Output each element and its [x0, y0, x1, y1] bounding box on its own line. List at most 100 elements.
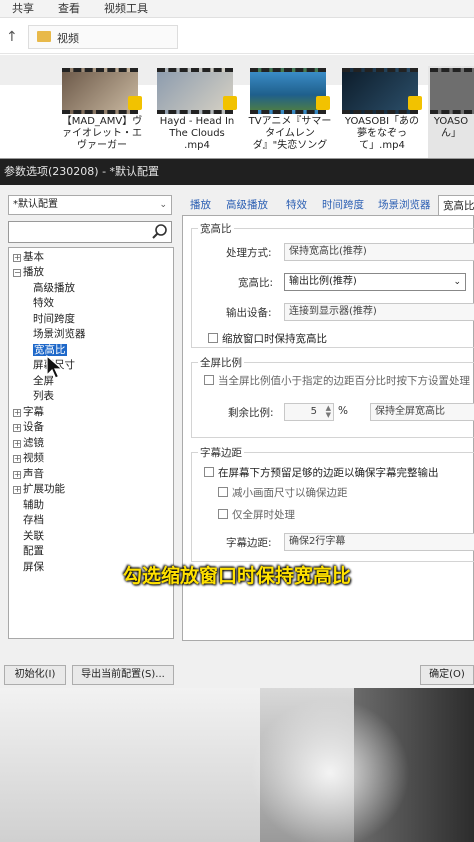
- tree-item-association[interactable]: 关联: [23, 529, 44, 544]
- address-box[interactable]: 视频: [28, 25, 178, 49]
- margin-select[interactable]: 确保2行字幕: [284, 533, 474, 551]
- aspect-group-title: 宽高比: [198, 221, 234, 236]
- device-select[interactable]: 连接到显示器(推荐): [284, 303, 474, 321]
- ratio-label: 宽高比:: [238, 277, 274, 289]
- tab-time-span[interactable]: 时间跨度: [322, 195, 364, 215]
- dialog-title: 参数选项(230208) - *默认配置: [0, 159, 474, 185]
- search-input[interactable]: [8, 221, 172, 243]
- tree-item-basic[interactable]: + 基本: [13, 250, 44, 265]
- tab-playback[interactable]: 播放: [190, 195, 211, 215]
- expand-icon[interactable]: +: [13, 440, 21, 448]
- fullscreen-margin-checkbox[interactable]: 当全屏比例值小于指定的边距百分比时按下方设置处理: [204, 375, 470, 387]
- expand-icon[interactable]: +: [13, 409, 21, 417]
- tree-item-subtitle[interactable]: + 字幕: [13, 405, 44, 420]
- expand-icon[interactable]: +: [13, 486, 21, 494]
- breadcrumb[interactable]: 视频: [57, 30, 79, 46]
- fullscreen-group: 全屏比例 当全屏比例值小于指定的边距百分比时按下方设置处理 剩余比例: 5 ▲ ▼…: [191, 355, 474, 438]
- file-item[interactable]: 【MAD_AMV】ヴァイオレット・エヴァーガー: [60, 66, 144, 158]
- tree-item-config[interactable]: 配置: [23, 544, 44, 559]
- player-badge-icon: [128, 96, 142, 110]
- tree-item-time-span[interactable]: 时间跨度: [33, 312, 75, 327]
- video-thumbnail: [157, 68, 233, 114]
- options-dialog: 参数选项(230208) - *默认配置 *默认配置 ⌄ + 基本 − 播放 高级播…: [0, 158, 474, 689]
- tree-label: 关联: [23, 530, 44, 542]
- player-badge-icon: [316, 96, 330, 110]
- chevron-down-icon: ⌄: [453, 277, 461, 287]
- tree-label: 视频: [23, 452, 44, 464]
- checkbox-box[interactable]: [208, 333, 218, 343]
- tree-item-advanced-playback[interactable]: 高级播放: [33, 281, 75, 296]
- checkbox-label: 仅全屏时处理: [232, 509, 295, 521]
- player-badge-icon: [223, 96, 237, 110]
- tab-aspect-ratio[interactable]: 宽高比: [438, 195, 474, 215]
- checkbox-label: 缩放窗口时保持宽高比: [222, 333, 327, 345]
- checkbox-box[interactable]: [204, 467, 214, 477]
- tab-scene-browser[interactable]: 场景浏览器: [378, 195, 431, 215]
- screen: 共享 查看 视频工具 ↑ 视频 【MAD_AMV】ヴァイオレット・エヴァーガー …: [0, 0, 474, 842]
- tree-item-device[interactable]: + 设备: [13, 420, 44, 435]
- video-smoke: [250, 698, 410, 842]
- expand-icon[interactable]: +: [13, 455, 21, 463]
- dialog-button-bar: 初始化(I) 导出当前配置(S)... 确定(O): [0, 659, 474, 689]
- tree-item-list[interactable]: 列表: [33, 389, 54, 404]
- tree-item-scene-browser[interactable]: 场景浏览器: [33, 327, 86, 342]
- init-button[interactable]: 初始化(I): [4, 665, 66, 685]
- tree-item-audio[interactable]: + 声音: [13, 467, 44, 482]
- tree-item-assist[interactable]: 辅助: [23, 498, 44, 513]
- file-item-selected[interactable]: YOASO ん」: [428, 66, 474, 158]
- file-item[interactable]: Hayd - Head In The Clouds .mp4: [155, 66, 239, 158]
- ribbon-tab-share[interactable]: 共享: [12, 0, 34, 16]
- ratio-select[interactable]: 输出比例(推荐) ⌄: [284, 273, 466, 291]
- tab-advanced-playback[interactable]: 高级播放: [226, 195, 268, 215]
- up-arrow-icon[interactable]: ↑: [6, 29, 18, 45]
- player-badge-icon: [408, 96, 422, 110]
- checkbox-label: 减小画面尺寸以确保边距: [232, 487, 348, 499]
- expand-icon[interactable]: +: [13, 424, 21, 432]
- file-name: 【MAD_AMV】ヴァイオレット・エヴァーガー: [61, 116, 143, 151]
- tree-label: 列表: [33, 390, 54, 402]
- options-tabs: 播放 高级播放 特效 时间跨度 场景浏览器 宽高比: [186, 195, 474, 215]
- file-item[interactable]: TVアニメ『サマータイムレンダ』"失恋ソング: [248, 66, 332, 158]
- tree-item-playback[interactable]: − 播放: [13, 265, 44, 280]
- profile-select[interactable]: *默认配置 ⌄: [8, 195, 172, 215]
- tree-item-extensions[interactable]: + 扩展功能: [13, 482, 65, 497]
- expand-icon[interactable]: +: [13, 471, 21, 479]
- tree-item-archive[interactable]: 存档: [23, 513, 44, 528]
- shrink-picture-checkbox[interactable]: 减小画面尺寸以确保边距: [218, 487, 348, 499]
- tab-effects[interactable]: 特效: [286, 195, 307, 215]
- remain-stepper[interactable]: 5 ▲ ▼: [284, 403, 334, 421]
- tree-item-effects[interactable]: 特效: [33, 296, 54, 311]
- video-thumbnail: [62, 68, 138, 114]
- checkbox-box[interactable]: [204, 375, 214, 385]
- collapse-icon[interactable]: −: [13, 269, 21, 277]
- video-thumbnail: [342, 68, 418, 114]
- checkbox-box[interactable]: [218, 487, 228, 497]
- tree-label: 字幕: [23, 406, 44, 418]
- method-select[interactable]: 保持宽高比(推荐): [284, 243, 474, 261]
- explorer-ribbon: 共享 查看 视频工具: [0, 0, 474, 18]
- keep-aspect-on-zoom-checkbox[interactable]: 缩放窗口时保持宽高比: [208, 333, 327, 345]
- file-grid: 【MAD_AMV】ヴァイオレット・エヴァーガー Hayd - Head In T…: [0, 62, 474, 158]
- fullscreen-group-title: 全屏比例: [198, 355, 244, 370]
- device-label: 输出设备:: [226, 307, 272, 319]
- checkbox-box[interactable]: [218, 509, 228, 519]
- remain-mode-select[interactable]: 保持全屏宽高比: [370, 403, 474, 421]
- folder-icon: [37, 31, 51, 42]
- search-icon[interactable]: [151, 223, 169, 241]
- tree-label: 时间跨度: [33, 313, 75, 325]
- tree-label: 声音: [23, 468, 44, 480]
- tree-item-filter[interactable]: + 滤镜: [13, 436, 44, 451]
- tree-item-video[interactable]: + 视频: [13, 451, 44, 466]
- video-scene-left: [0, 688, 260, 842]
- ribbon-tab-view[interactable]: 查看: [58, 0, 80, 16]
- method-label: 处理方式:: [226, 247, 272, 259]
- spin-arrows-icon[interactable]: ▲ ▼: [326, 405, 331, 419]
- expand-icon[interactable]: +: [13, 254, 21, 262]
- ribbon-tab-video-tools[interactable]: 视频工具: [104, 0, 148, 16]
- fullscreen-only-checkbox[interactable]: 仅全屏时处理: [218, 509, 295, 521]
- tree-label: 播放: [23, 266, 44, 278]
- ok-button[interactable]: 确定(O): [420, 665, 474, 685]
- file-item[interactable]: YOASOBI「あの夢をなぞって」.mp4: [340, 66, 424, 158]
- reserve-margin-checkbox[interactable]: 在屏幕下方预留足够的边距以确保字幕完整输出: [204, 467, 439, 479]
- export-config-button[interactable]: 导出当前配置(S)...: [72, 665, 174, 685]
